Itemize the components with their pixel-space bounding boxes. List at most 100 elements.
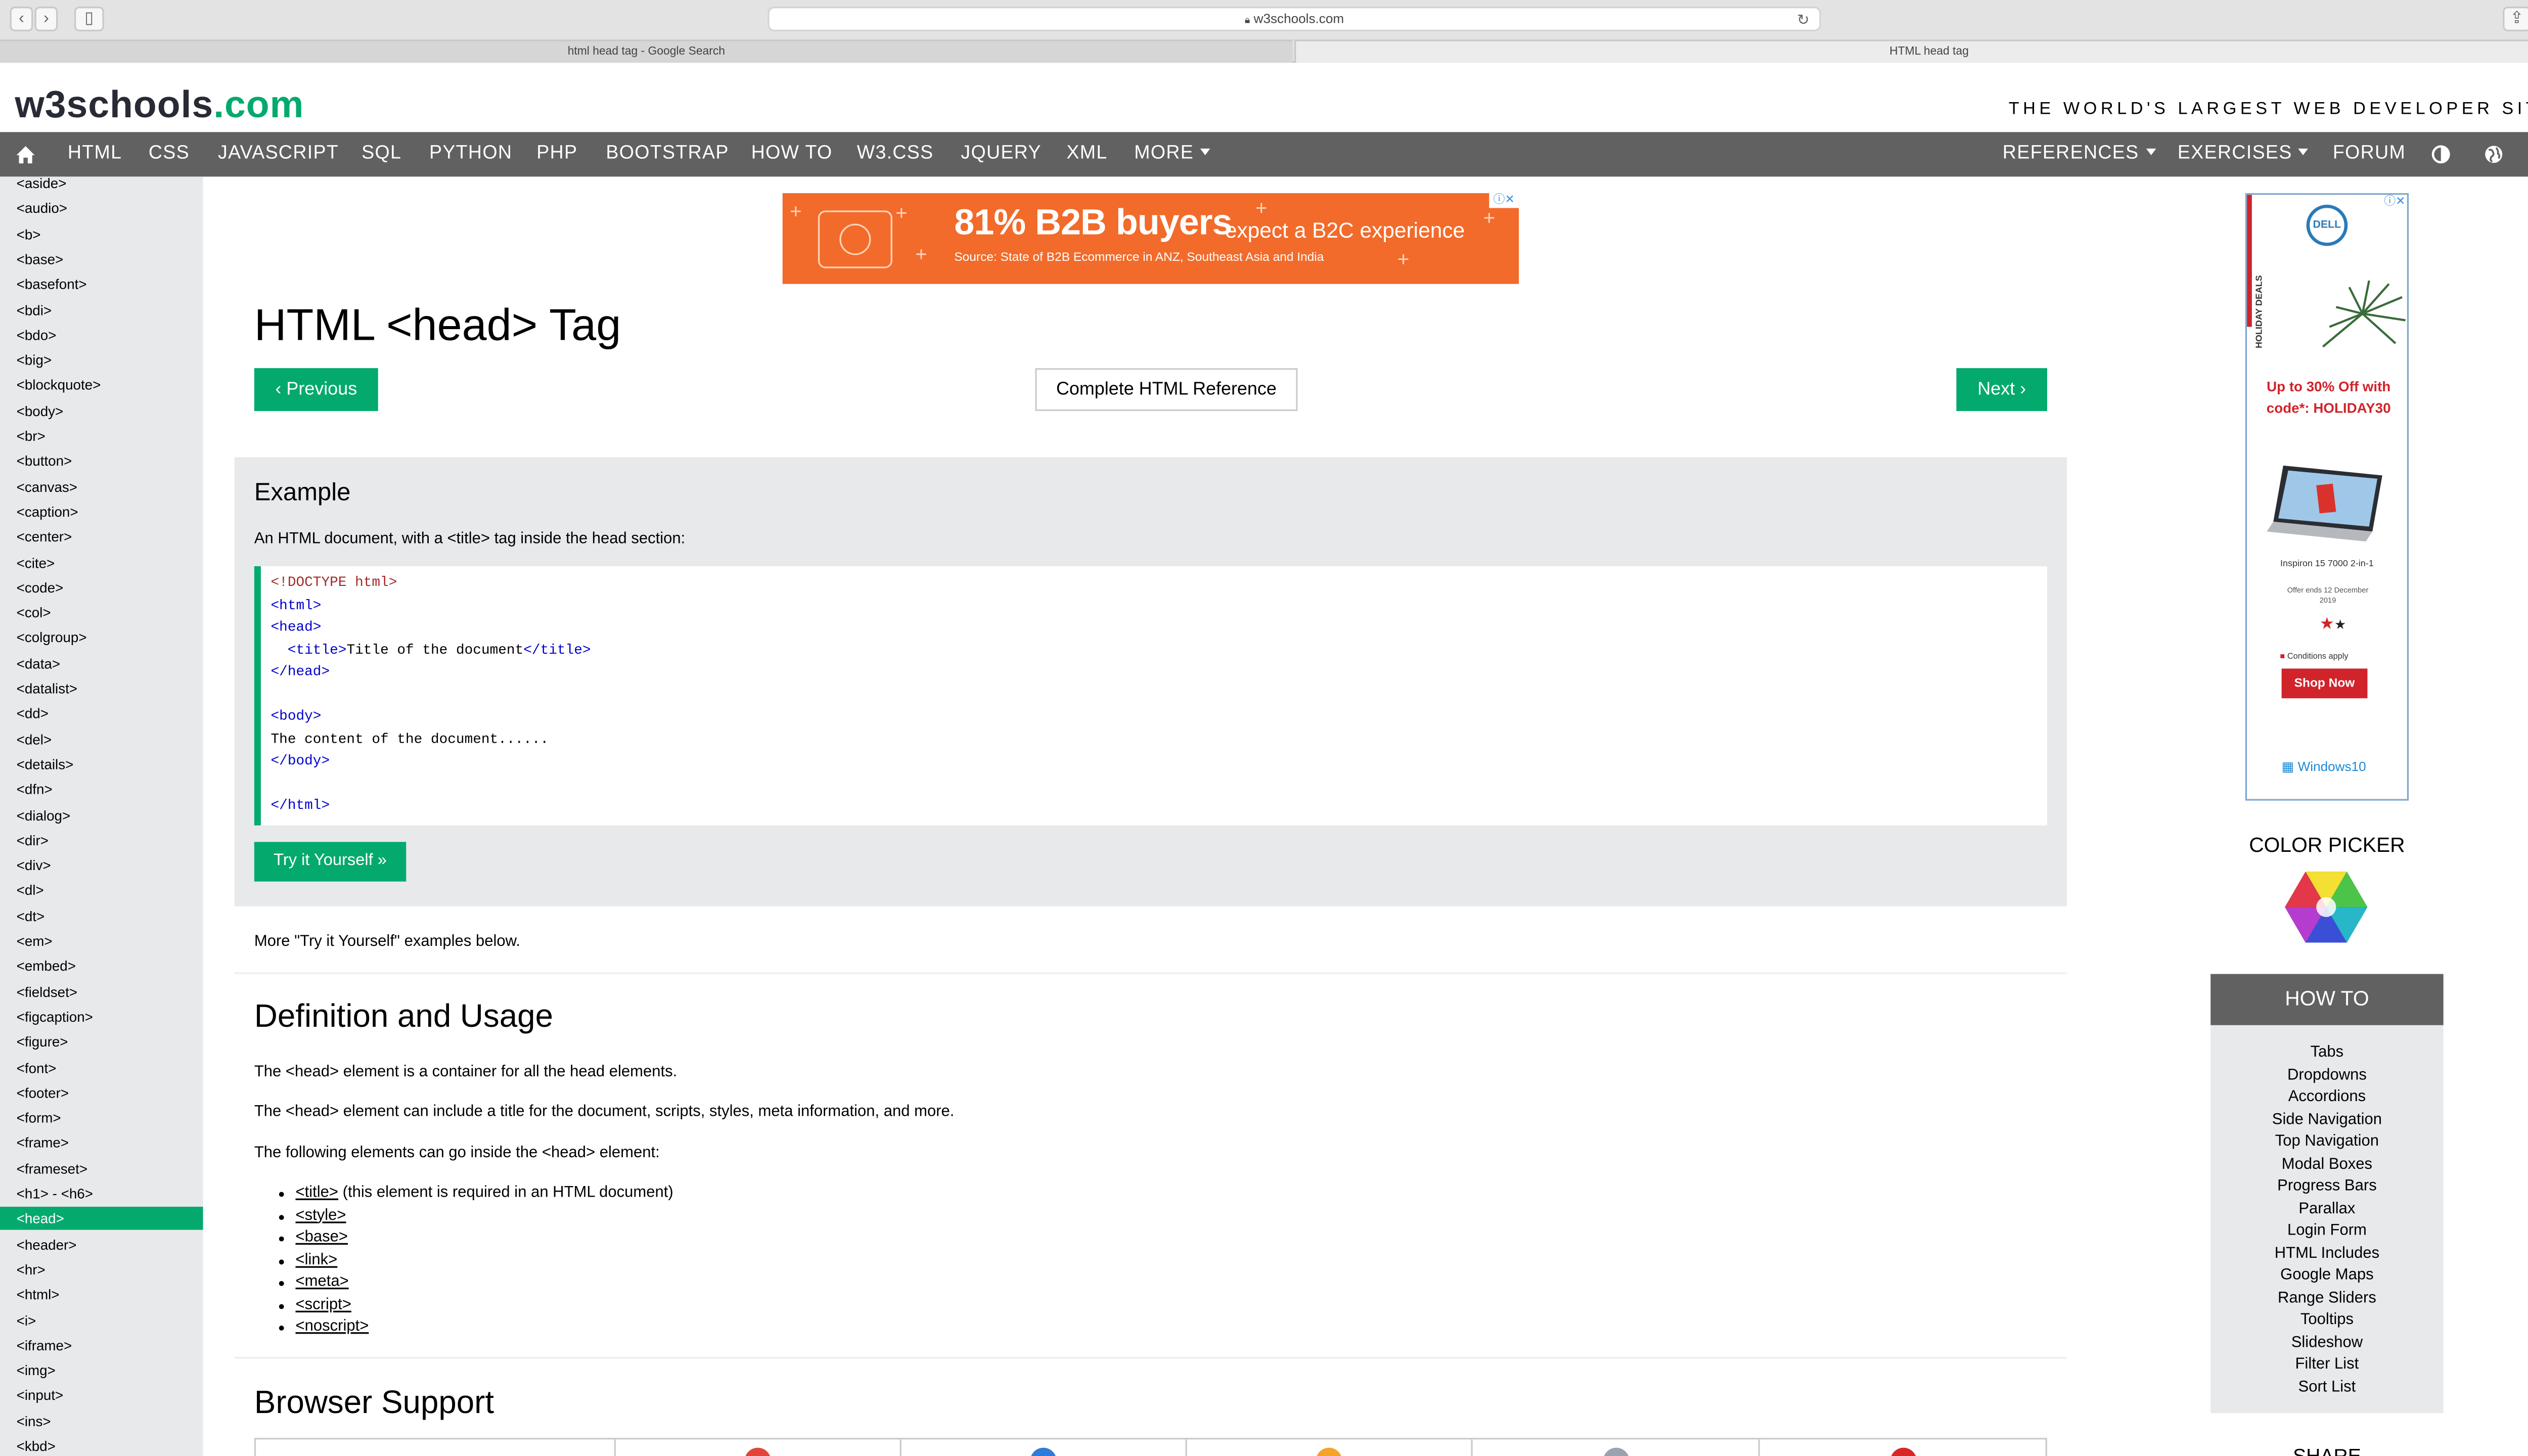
sidebar-item[interactable]: <dir> <box>0 829 203 852</box>
sidebar-item[interactable]: <caption> <box>0 500 203 523</box>
nav-w3css[interactable]: W3.CSS <box>857 132 934 176</box>
w3schools-logo[interactable]: w3schools.com <box>15 82 304 127</box>
try-it-yourself-button[interactable]: Try it Yourself » <box>254 842 407 882</box>
sidebar-item[interactable]: <dfn> <box>0 778 203 801</box>
sidebar-item[interactable]: <form> <box>0 1106 203 1129</box>
howto-item[interactable]: Tooltips <box>2210 1311 2443 1329</box>
reload-icon[interactable]: ↻ <box>1797 8 1810 31</box>
howto-item[interactable]: Google Maps <box>2210 1266 2443 1284</box>
sidebar-item[interactable]: <header> <box>0 1233 203 1256</box>
sidebar-item[interactable]: <colgroup> <box>0 626 203 650</box>
nav-jquery[interactable]: JQUERY <box>961 132 1041 176</box>
sidebar-item[interactable]: <hr> <box>0 1258 203 1281</box>
nav-howto[interactable]: HOW TO <box>751 132 833 176</box>
element-link[interactable]: <meta> <box>295 1273 348 1291</box>
sidebar-item[interactable]: <kbd> <box>0 1435 203 1456</box>
element-link[interactable]: <style> <box>295 1206 346 1224</box>
sidebar-item[interactable]: <button> <box>0 449 203 473</box>
howto-item[interactable]: Modal Boxes <box>2210 1155 2443 1173</box>
nav-exercises[interactable]: EXERCISES <box>2178 132 2309 176</box>
sidebar-item[interactable]: <aside> <box>0 176 203 195</box>
howto-item[interactable]: Filter List <box>2210 1355 2443 1374</box>
element-link[interactable]: <link> <box>295 1250 337 1268</box>
sidebar-item[interactable]: <em> <box>0 929 203 952</box>
sidebar-item[interactable]: <img> <box>0 1359 203 1382</box>
sidebar-item[interactable]: <i> <box>0 1308 203 1332</box>
nav-forum[interactable]: FORUM <box>2333 132 2406 176</box>
sidebar-item[interactable]: <br> <box>0 424 203 447</box>
howto-item[interactable]: Accordions <box>2210 1088 2443 1106</box>
element-link[interactable]: <noscript> <box>295 1317 369 1336</box>
sidebar-item[interactable]: <font> <box>0 1056 203 1079</box>
browser-tab-google[interactable]: html head tag - Google Search <box>0 39 1293 63</box>
sidebar-item[interactable]: <figure> <box>0 1030 203 1054</box>
sidebar-item[interactable]: <dd> <box>0 702 203 725</box>
sidebar-item[interactable]: <bdo> <box>0 323 203 346</box>
sidebar-item[interactable]: <frameset> <box>0 1157 203 1180</box>
sidebar-item[interactable]: <datalist> <box>0 677 203 700</box>
nav-python[interactable]: PYTHON <box>429 132 512 176</box>
sidebar-item[interactable]: <details> <box>0 753 203 776</box>
sidebar-item[interactable]: <dt> <box>0 904 203 927</box>
howto-item[interactable]: Parallax <box>2210 1199 2443 1217</box>
next-button[interactable]: Next › <box>1956 368 2047 412</box>
howto-item[interactable]: HTML Includes <box>2210 1244 2443 1262</box>
sidebar-item[interactable]: <blockquote> <box>0 374 203 397</box>
howto-item[interactable]: Progress Bars <box>2210 1177 2443 1195</box>
howto-item[interactable]: Tabs <box>2210 1043 2443 1062</box>
color-picker-icon[interactable] <box>2285 870 2368 944</box>
banner-ad[interactable]: 81% B2B buyers expect a B2C experience S… <box>782 193 1519 284</box>
sidebar-item[interactable]: <cite> <box>0 551 203 574</box>
sidebar-item[interactable]: <frame> <box>0 1131 203 1155</box>
sidebar-item[interactable]: <audio> <box>0 197 203 220</box>
home-icon[interactable] <box>15 132 36 176</box>
shop-now-button[interactable]: Shop Now <box>2281 668 2368 699</box>
sidebar-item[interactable]: <head> <box>0 1207 203 1231</box>
dark-mode-icon[interactable] <box>2430 132 2452 176</box>
sidebar-item[interactable]: <embed> <box>0 954 203 978</box>
nav-more[interactable]: MORE <box>1134 132 1210 176</box>
sidebar-item[interactable]: <bdi> <box>0 298 203 321</box>
forward-icon[interactable]: › <box>34 7 58 32</box>
sidebar-item[interactable]: <del> <box>0 727 203 751</box>
previous-button[interactable]: ‹ Previous <box>254 368 378 412</box>
howto-item[interactable]: Login Form <box>2210 1221 2443 1240</box>
nav-bootstrap[interactable]: BOOTSTRAP <box>606 132 729 176</box>
sidebar-item[interactable]: <b> <box>0 222 203 245</box>
nav-sql[interactable]: SQL <box>362 132 401 176</box>
sidebar-item[interactable]: <footer> <box>0 1081 203 1104</box>
sidebar-item[interactable]: <big> <box>0 348 203 372</box>
browser-tab-active[interactable]: HTML head tag <box>1294 39 2528 63</box>
ad-choices-icon[interactable]: ⓘ✕ <box>1489 193 1519 208</box>
element-link[interactable]: <script> <box>295 1295 351 1313</box>
sidebar-item[interactable]: <data> <box>0 652 203 675</box>
howto-item[interactable]: Dropdowns <box>2210 1066 2443 1084</box>
sidebar-item[interactable]: <figcaption> <box>0 1005 203 1028</box>
howto-item[interactable]: Top Navigation <box>2210 1132 2443 1151</box>
nav-php[interactable]: PHP <box>536 132 577 176</box>
sidebar-item[interactable]: <fieldset> <box>0 980 203 1003</box>
sidebar-item[interactable]: <center> <box>0 525 203 549</box>
sidebar-item[interactable]: <base> <box>0 247 203 270</box>
element-link[interactable]: <base> <box>295 1228 348 1246</box>
share-icon[interactable]: ⇪ <box>2503 7 2528 32</box>
sidebar-item[interactable]: <dl> <box>0 879 203 902</box>
nav-css[interactable]: CSS <box>149 132 190 176</box>
sidebar-item[interactable]: <basefont> <box>0 272 203 296</box>
nav-javascript[interactable]: JAVASCRIPT <box>218 132 339 176</box>
nav-references[interactable]: REFERENCES <box>2003 132 2156 176</box>
complete-reference-button[interactable]: Complete HTML Reference <box>1035 368 1298 412</box>
sidebar-item[interactable]: <iframe> <box>0 1334 203 1357</box>
sidebar-item[interactable]: <code> <box>0 576 203 599</box>
nav-html[interactable]: HTML <box>68 132 122 176</box>
howto-item[interactable]: Range Sliders <box>2210 1289 2443 1307</box>
howto-item[interactable]: Slideshow <box>2210 1333 2443 1351</box>
sidebar-item[interactable]: <ins> <box>0 1409 203 1433</box>
globe-icon[interactable] <box>2483 132 2504 176</box>
howto-item[interactable]: Side Navigation <box>2210 1110 2443 1128</box>
sidebar-item[interactable]: <input> <box>0 1384 203 1407</box>
side-ad[interactable]: DELL HOLIDAY DEALS Up to 30% Off with co… <box>2245 193 2409 801</box>
howto-item[interactable]: Sort List <box>2210 1378 2443 1396</box>
back-icon[interactable]: ‹ <box>10 7 33 32</box>
element-link[interactable]: <title> <box>295 1184 338 1202</box>
